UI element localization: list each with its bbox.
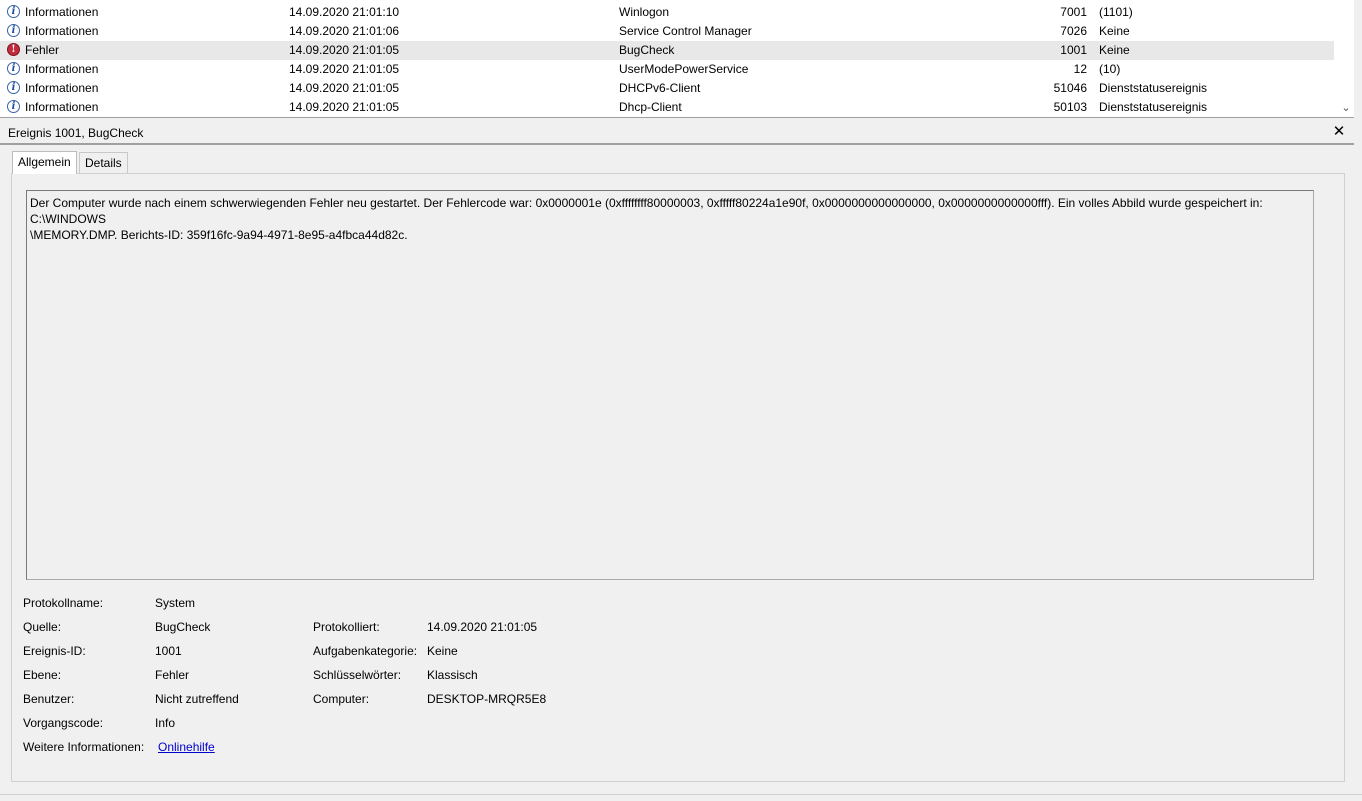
event-id: 51046 <box>1053 81 1087 95</box>
vertical-scrollbar[interactable]: ⌄ <box>1338 0 1354 117</box>
event-task: (1101) <box>1099 5 1133 19</box>
info-icon: i <box>7 81 20 94</box>
event-id: 50103 <box>1053 100 1087 114</box>
event-id: 7026 <box>1060 24 1087 38</box>
close-icon[interactable]: ✕ <box>1331 123 1347 141</box>
info-icon: i <box>7 5 20 18</box>
prop-more-info-label: Weitere Informationen: <box>23 740 145 754</box>
event-date: 14.09.2020 21:01:05 <box>289 43 400 57</box>
event-date: 14.09.2020 21:01:05 <box>289 100 400 114</box>
event-source: Winlogon <box>619 5 670 19</box>
event-level: Informationen <box>25 100 99 114</box>
prop-level-label: Ebene: <box>23 668 62 682</box>
event-task: Keine <box>1099 43 1130 57</box>
event-date: 14.09.2020 21:01:06 <box>289 24 400 38</box>
online-help-link[interactable]: Onlinehilfe <box>158 740 215 754</box>
event-date: 14.09.2020 21:01:05 <box>289 62 400 76</box>
event-task: Dienststatusereignis <box>1099 100 1208 114</box>
event-row[interactable]: i Informationen 14.09.2020 21:01:05 Dhcp… <box>0 98 1334 117</box>
scroll-down-icon[interactable]: ⌄ <box>1338 101 1354 115</box>
prop-opcode-value: Info <box>155 716 176 730</box>
event-source: Service Control Manager <box>619 24 752 38</box>
prop-computer-value: DESKTOP-MRQR5E8 <box>427 692 547 706</box>
tab-general[interactable]: Allgemein <box>12 151 77 174</box>
event-id: 1001 <box>1060 43 1087 57</box>
prop-source-label: Quelle: <box>23 620 62 634</box>
event-list[interactable]: i Informationen 14.09.2020 21:01:10 Winl… <box>0 0 1354 118</box>
event-level: Informationen <box>25 5 99 19</box>
prop-logged-value: 14.09.2020 21:01:05 <box>427 620 538 634</box>
event-date: 14.09.2020 21:01:05 <box>289 81 400 95</box>
info-icon: i <box>7 24 20 37</box>
event-source: DHCPv6-Client <box>619 81 701 95</box>
event-level: Informationen <box>25 81 99 95</box>
detail-header: Ereignis 1001, BugCheck ✕ <box>0 123 1354 145</box>
prop-level-value: Fehler <box>155 668 190 682</box>
prop-log-name-label: Protokollname: <box>23 596 104 610</box>
event-row-selected[interactable]: ! Fehler 14.09.2020 21:01:05 BugCheck 10… <box>0 41 1334 60</box>
event-date: 14.09.2020 21:01:10 <box>289 5 400 19</box>
prop-keywords-label: Schlüsselwörter: <box>313 668 402 682</box>
info-icon: i <box>7 62 20 75</box>
error-icon: ! <box>7 43 20 56</box>
prop-logged-label: Protokolliert: <box>313 620 380 634</box>
prop-event-id-value: 1001 <box>155 644 182 658</box>
event-row[interactable]: i Informationen 14.09.2020 21:01:06 Serv… <box>0 22 1334 41</box>
event-row[interactable]: i Informationen 14.09.2020 21:01:10 Winl… <box>0 3 1334 22</box>
event-task: Keine <box>1099 24 1130 38</box>
event-task: (10) <box>1099 62 1121 76</box>
tab-panel-general: Der Computer wurde nach einem schwerwieg… <box>11 173 1345 782</box>
tab-details[interactable]: Details <box>79 152 128 173</box>
prop-computer-label: Computer: <box>313 692 370 706</box>
prop-log-name-value: System <box>155 596 196 610</box>
prop-user-value: Nicht zutreffend <box>155 692 239 706</box>
event-id: 7001 <box>1060 5 1087 19</box>
prop-keywords-value: Klassisch <box>427 668 478 682</box>
detail-title: Ereignis 1001, BugCheck <box>8 126 144 140</box>
prop-source-value: BugCheck <box>155 620 211 634</box>
prop-task-category-value: Keine <box>427 644 458 658</box>
event-description[interactable]: Der Computer wurde nach einem schwerwieg… <box>26 190 1314 580</box>
event-source: BugCheck <box>619 43 675 57</box>
event-level: Fehler <box>25 43 60 57</box>
event-id: 12 <box>1073 62 1087 76</box>
event-level: Informationen <box>25 24 99 38</box>
prop-user-label: Benutzer: <box>23 692 75 706</box>
event-row[interactable]: i Informationen 14.09.2020 21:01:05 DHCP… <box>0 79 1334 98</box>
info-icon: i <box>7 100 20 113</box>
event-source: Dhcp-Client <box>619 100 682 114</box>
event-task: Dienststatusereignis <box>1099 81 1208 95</box>
prop-event-id-label: Ereignis-ID: <box>23 644 86 658</box>
prop-task-category-label: Aufgabenkategorie: <box>313 644 418 658</box>
event-row[interactable]: i Informationen 14.09.2020 21:01:05 User… <box>0 60 1334 79</box>
prop-opcode-label: Vorgangscode: <box>23 716 104 730</box>
event-source: UserModePowerService <box>619 62 749 76</box>
event-level: Informationen <box>25 62 99 76</box>
